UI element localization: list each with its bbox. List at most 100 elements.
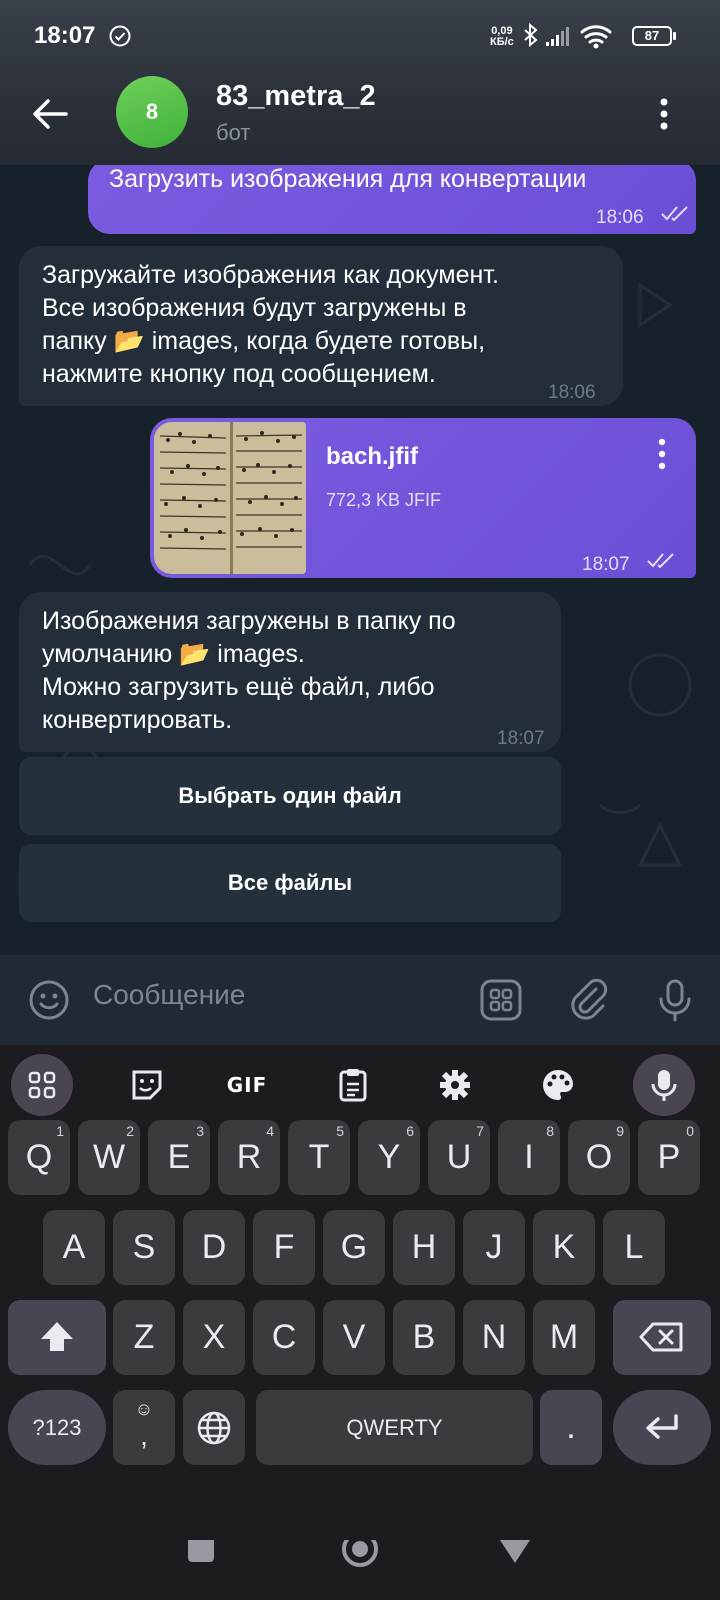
more-vert-icon[interactable]: [652, 94, 676, 134]
file-message-outgoing[interactable]: bach.jfif 772,3 KB JFIF 18:07: [150, 418, 696, 578]
key-i[interactable]: I8: [498, 1120, 560, 1195]
avatar[interactable]: 8: [116, 76, 188, 148]
key-u[interactable]: U7: [428, 1120, 490, 1195]
back-triangle-icon[interactable]: [498, 1540, 532, 1563]
status-time: 18:07: [34, 22, 96, 49]
enter-icon: [646, 1414, 678, 1439]
status-bar: 18:07 0,09 КБ/с 87: [0, 0, 720, 72]
palette-icon[interactable]: [533, 1057, 583, 1113]
key-p[interactable]: P0: [638, 1120, 700, 1195]
globe-icon: [197, 1411, 231, 1445]
message-line: Можно загрузить ещё файл, либо: [42, 673, 435, 701]
key-y[interactable]: Y6: [358, 1120, 420, 1195]
key-hint: 0: [686, 1123, 694, 1139]
period-key[interactable]: .: [540, 1390, 602, 1465]
key-hint: 3: [196, 1123, 204, 1139]
key-v[interactable]: V: [323, 1300, 385, 1375]
key-z[interactable]: Z: [113, 1300, 175, 1375]
system-nav-bar: [188, 1540, 532, 1567]
key-label: R: [236, 1138, 262, 1176]
signal-icon: [546, 27, 569, 46]
file-size: 772,3 KB JFIF: [326, 490, 442, 510]
key-q[interactable]: Q1: [8, 1120, 70, 1195]
back-arrow-icon[interactable]: [28, 92, 72, 136]
gif-label: GIF: [226, 1073, 268, 1097]
home-button[interactable]: [342, 1540, 378, 1567]
key-label: Q: [25, 1138, 53, 1176]
network-speed-unit: КБ/с: [490, 36, 514, 48]
bot-menu-icon[interactable]: [478, 977, 524, 1023]
message-input-bar: Сообщение: [0, 955, 720, 1045]
message-line: нажмите кнопку под сообщением.: [42, 360, 436, 388]
file-more-vert-icon[interactable]: [654, 436, 670, 472]
key-o[interactable]: O9: [568, 1120, 630, 1195]
message-text: Изображения загружены в папку по умолчан…: [42, 605, 456, 737]
key-r[interactable]: R4: [218, 1120, 280, 1195]
symbols-key[interactable]: ?123: [8, 1390, 106, 1465]
space-bar[interactable]: QWERTY: [256, 1390, 533, 1465]
shift-key[interactable]: [8, 1300, 106, 1375]
key-s[interactable]: S: [113, 1210, 175, 1285]
microphone-icon[interactable]: [652, 977, 698, 1023]
bluetooth-icon: [524, 22, 538, 48]
key-h[interactable]: H: [393, 1210, 455, 1285]
key-label: Y: [377, 1138, 401, 1176]
recents-button[interactable]: [188, 1540, 214, 1562]
key-a[interactable]: A: [43, 1210, 105, 1285]
message-line: конвертировать.: [42, 706, 233, 734]
message-time: 18:07: [582, 554, 630, 575]
chat-title[interactable]: 83_metra_2: [216, 80, 376, 113]
key-hint: 9: [616, 1123, 624, 1139]
key-label: E: [167, 1138, 191, 1176]
message-line: папку 📂 images, когда будете готовы,: [42, 327, 486, 355]
on-screen-keyboard: GIF Q1 W2 E3 R4 T5 Y6 U7 I8 O9 P0 A S D …: [0, 1045, 720, 1600]
gif-button[interactable]: GIF: [222, 1057, 272, 1113]
message-time: 18:06: [596, 207, 644, 228]
key-j[interactable]: J: [463, 1210, 525, 1285]
enter-key[interactable]: [613, 1390, 711, 1465]
key-label: P: [657, 1138, 681, 1176]
shift-icon: [41, 1322, 73, 1351]
all-files-button[interactable]: Все файлы: [19, 844, 561, 922]
emoji-icon[interactable]: [26, 977, 72, 1023]
backspace-key[interactable]: [613, 1300, 711, 1375]
key-m[interactable]: M: [533, 1300, 595, 1375]
message-line: Загружайте изображения как документ.: [42, 261, 499, 289]
message-input[interactable]: Сообщение: [93, 979, 245, 1011]
select-one-file-button[interactable]: Выбрать один файл: [19, 757, 561, 835]
language-key[interactable]: [183, 1390, 245, 1465]
attach-icon[interactable]: [566, 977, 612, 1023]
message-bubble-incoming[interactable]: Изображения загружены в папку по умолчан…: [19, 592, 561, 752]
key-b[interactable]: B: [393, 1300, 455, 1375]
sheet-music-image: [154, 422, 306, 574]
key-c[interactable]: C: [253, 1300, 315, 1375]
key-label: U: [446, 1138, 472, 1176]
key-x[interactable]: X: [183, 1300, 245, 1375]
message-line: Все изображения будут загружены в: [42, 294, 467, 322]
file-thumbnail[interactable]: [154, 422, 306, 574]
status-icons: [524, 22, 612, 49]
key-g[interactable]: G: [323, 1210, 385, 1285]
key-d[interactable]: D: [183, 1210, 245, 1285]
key-l[interactable]: L: [603, 1210, 665, 1285]
settings-icon[interactable]: [430, 1057, 480, 1113]
emoji-comma-key[interactable]: ☺ ,: [113, 1390, 175, 1465]
message-bubble-outgoing[interactable]: Загрузить изображения для конвертации 18…: [88, 165, 696, 234]
check-circle-icon: [109, 25, 131, 47]
message-time: 18:07: [497, 728, 545, 749]
key-label: ,: [140, 1420, 148, 1451]
key-n[interactable]: N: [463, 1300, 525, 1375]
chat-area[interactable]: Загрузить изображения для конвертации 18…: [0, 165, 720, 955]
key-t[interactable]: T5: [288, 1120, 350, 1195]
key-w[interactable]: W2: [78, 1120, 140, 1195]
key-hint: 2: [126, 1123, 134, 1139]
key-f[interactable]: F: [253, 1210, 315, 1285]
key-hint: 7: [476, 1123, 484, 1139]
wifi-icon: [580, 25, 612, 44]
message-time: 18:06: [548, 382, 596, 403]
key-k[interactable]: K: [533, 1210, 595, 1285]
message-text: Загружайте изображения как документ. Все…: [42, 259, 499, 391]
chat-subtitle: бот: [216, 120, 251, 145]
key-e[interactable]: E3: [148, 1120, 210, 1195]
message-bubble-incoming[interactable]: Загружайте изображения как документ. Все…: [19, 246, 623, 406]
